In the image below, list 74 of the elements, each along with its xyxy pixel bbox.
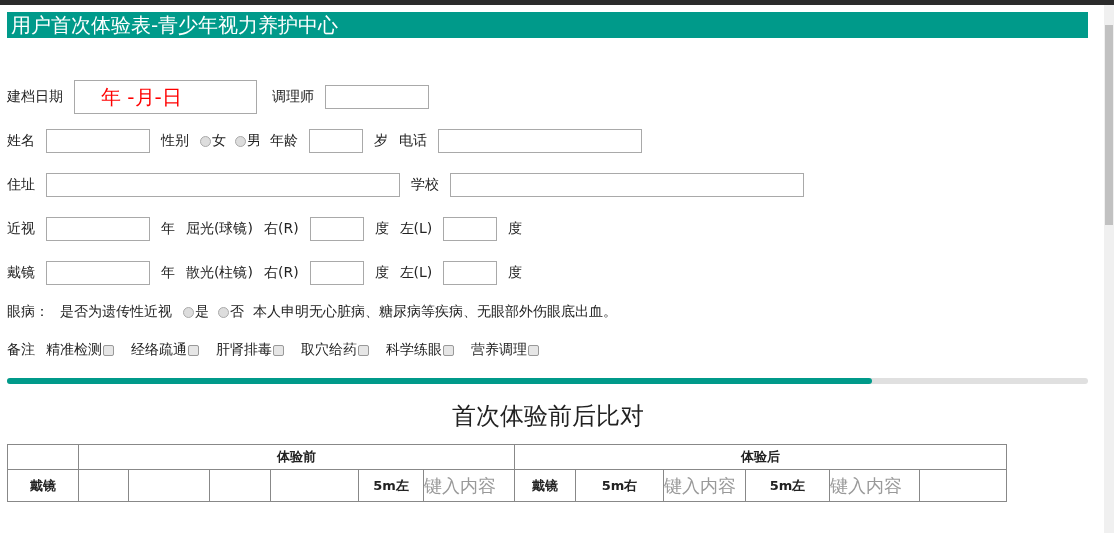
scrollbar[interactable] (1104, 5, 1114, 533)
checkbox[interactable] (273, 344, 284, 356)
table-header: 5m左 (358, 469, 424, 502)
field-label: 建档日期 (7, 88, 63, 106)
checkbox-label: 经络疏通 (131, 341, 187, 359)
field-label: 屈光(球镜) (186, 220, 253, 238)
field-label: 近视 (7, 220, 35, 238)
field-label: 眼病： (7, 303, 49, 321)
field-label: 右(R) (263, 220, 299, 238)
table-cell (78, 469, 129, 502)
checkbox[interactable] (103, 344, 114, 356)
field-label: 左(L) (399, 220, 433, 238)
date-field[interactable]: 年 -月-日 (74, 80, 257, 114)
radio-button[interactable] (218, 306, 229, 318)
field-label: 调理师 (272, 88, 314, 106)
field-label: 年 (161, 220, 175, 238)
checkbox-label: 精准检测 (46, 341, 102, 359)
input-field[interactable] (309, 261, 364, 285)
input-field[interactable] (309, 129, 363, 153)
input-field[interactable] (46, 129, 150, 153)
field-label: 度 (508, 220, 523, 238)
field-label: 姓名 (7, 132, 35, 150)
input-field[interactable] (46, 261, 150, 285)
input-field[interactable] (450, 173, 804, 197)
field-label: 散光(柱镜) (186, 264, 253, 282)
checkbox-label: 科学练眼 (386, 341, 442, 359)
field-label: 备注 (7, 341, 35, 359)
field-label: 性别 (161, 132, 189, 150)
field-label: 电话 (399, 132, 427, 150)
field-label: 左(L) (399, 264, 433, 282)
scrollbar-thumb[interactable] (1105, 25, 1113, 225)
table-cell (209, 469, 271, 502)
table-header: 5m右 (575, 469, 664, 502)
table-header: 戴镜 (514, 469, 576, 502)
radio-label: 是 (195, 303, 209, 321)
radio-button[interactable] (235, 135, 246, 147)
field-label: 年龄 (270, 132, 298, 150)
radio-label: 女 (212, 132, 226, 150)
radio-label: 男 (247, 132, 261, 150)
section-heading: 首次体验前后比对 (450, 402, 645, 430)
input-field[interactable] (443, 261, 498, 285)
field-label: 度 (508, 264, 523, 282)
field-label: 右(R) (263, 264, 299, 282)
radio-button[interactable] (183, 306, 194, 318)
input-field[interactable] (309, 217, 364, 241)
checkbox[interactable] (358, 344, 369, 356)
field-label: 年 (161, 264, 175, 282)
input-field[interactable] (325, 85, 429, 109)
checkbox-label: 营养调理 (471, 341, 527, 359)
radio-button[interactable] (200, 135, 211, 147)
radio-label: 否 (230, 303, 244, 321)
field-label: 是否为遗传性近视 (60, 303, 172, 321)
field-label: 度 (374, 264, 389, 282)
field-label: 本人申明无心脏病、糖尿病等疾病、无眼部外伤眼底出血。 (253, 303, 617, 321)
table-header: 5m左 (745, 469, 830, 502)
checkbox-label: 取穴给药 (301, 341, 357, 359)
table-header: 戴镜 (7, 469, 79, 502)
table-header: 体验后 (514, 444, 1007, 470)
input-field[interactable] (46, 173, 400, 197)
page-title: 用户首次体验表-青少年视力养护中心 (7, 12, 1088, 38)
checkbox[interactable] (188, 344, 199, 356)
field-label: 戴镜 (7, 264, 35, 282)
input-field[interactable] (46, 217, 150, 241)
field-label: 度 (374, 220, 389, 238)
field-label: 岁 (374, 132, 388, 150)
input-field[interactable] (438, 129, 642, 153)
checkbox-label: 肝肾排毒 (216, 341, 272, 359)
checkbox[interactable] (443, 344, 454, 356)
table-header: 体验前 (78, 444, 515, 470)
field-label: 学校 (411, 176, 439, 194)
table-cell (7, 444, 79, 470)
checkbox[interactable] (528, 344, 539, 356)
field-label: 住址 (7, 176, 35, 194)
input-field[interactable] (443, 217, 498, 241)
